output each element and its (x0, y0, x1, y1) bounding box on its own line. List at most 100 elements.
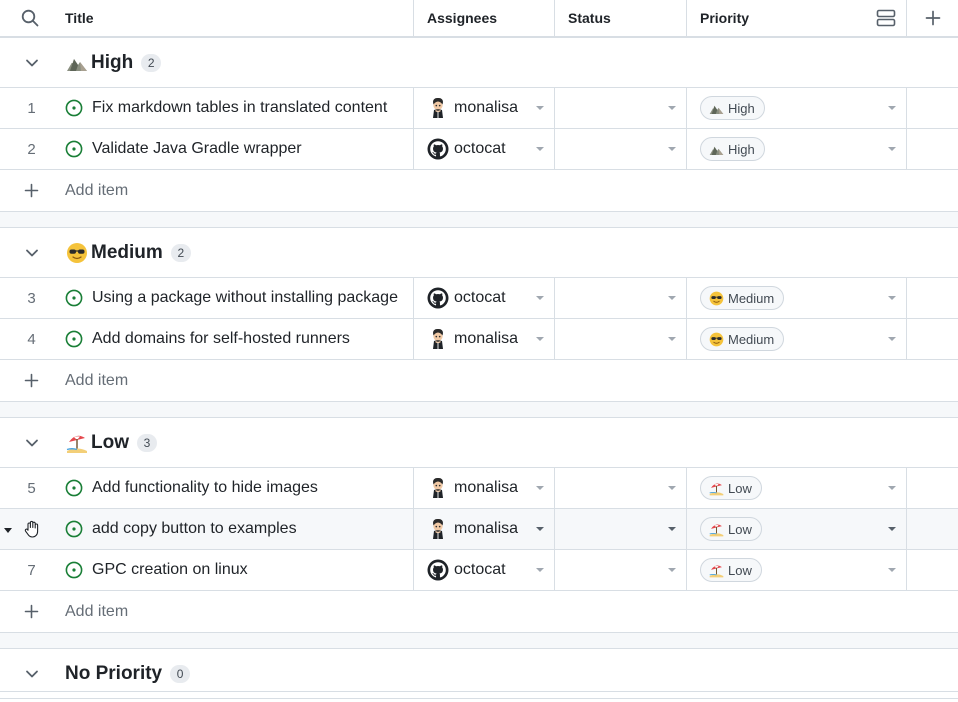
collapse-group-button[interactable] (0, 667, 65, 681)
dropdown-caret[interactable] (668, 147, 676, 151)
column-header-assignees[interactable]: Assignees (414, 0, 555, 36)
add-item-row[interactable]: Add item (0, 591, 958, 633)
dropdown-caret[interactable] (536, 568, 544, 572)
priority-cell[interactable]: Low (687, 468, 907, 508)
octocat-avatar (427, 559, 449, 581)
dropdown-caret[interactable] (536, 147, 544, 151)
issue-title[interactable]: Validate Java Gradle wrapper (92, 140, 302, 158)
dropdown-caret[interactable] (888, 296, 896, 300)
row-number: 1 (27, 99, 36, 117)
search-button[interactable] (0, 0, 65, 36)
row-number-cell[interactable]: 7 (0, 550, 65, 590)
row-number: 3 (27, 289, 36, 307)
column-header-title[interactable]: Title (65, 0, 414, 36)
title-cell[interactable]: Validate Java Gradle wrapper (65, 129, 414, 169)
dropdown-caret[interactable] (888, 337, 896, 341)
row-menu-caret[interactable] (4, 527, 12, 533)
add-item-label[interactable]: Add item (65, 182, 128, 200)
priority-cell[interactable]: Low (687, 509, 907, 549)
row-number-cell[interactable]: 2 (0, 129, 65, 169)
row-number-cell[interactable]: 5 (0, 468, 65, 508)
issue-title[interactable]: Add domains for self-hosted runners (92, 330, 350, 348)
status-cell[interactable] (555, 509, 687, 549)
dropdown-caret[interactable] (668, 337, 676, 341)
dropdown-caret[interactable] (536, 296, 544, 300)
table-row[interactable]: 4 Add domains for self-hosted runners mona… (0, 319, 958, 360)
assignee-cell[interactable]: octocat (414, 278, 555, 318)
row-number-cell[interactable]: 3 (0, 278, 65, 318)
dropdown-caret[interactable] (668, 296, 676, 300)
table-row[interactable]: 5 Add functionality to hide images monalis… (0, 468, 958, 509)
priority-pill: Medium (700, 327, 785, 351)
row-number-cell[interactable]: 4 (0, 319, 65, 359)
priority-cell[interactable]: Low (687, 550, 907, 590)
dropdown-caret[interactable] (888, 106, 896, 110)
row-number-cell[interactable]: 1 (0, 88, 65, 128)
status-cell[interactable] (555, 278, 687, 318)
status-cell[interactable] (555, 468, 687, 508)
issue-title[interactable]: GPC creation on linux (92, 561, 248, 579)
table-row[interactable]: 1 Fix markdown tables in translated conte… (0, 88, 958, 129)
status-cell[interactable] (555, 88, 687, 128)
add-item-row[interactable]: Add item (0, 360, 958, 402)
add-item-label[interactable]: Add item (65, 603, 128, 621)
priority-cell[interactable]: High (687, 88, 907, 128)
issue-title[interactable]: Using a package without installing packa… (92, 289, 398, 307)
assignee-cell[interactable]: monalisa (414, 319, 555, 359)
add-item-button[interactable] (0, 604, 65, 619)
status-cell[interactable] (555, 550, 687, 590)
title-cell[interactable]: Add functionality to hide images (65, 468, 414, 508)
priority-cell[interactable]: High (687, 129, 907, 169)
collapse-group-button[interactable] (0, 436, 65, 450)
dropdown-caret[interactable] (536, 486, 544, 490)
dropdown-caret[interactable] (888, 486, 896, 490)
add-field-button[interactable] (907, 0, 958, 36)
dropdown-caret[interactable] (536, 527, 544, 531)
add-item-row[interactable]: Add item (0, 170, 958, 212)
status-cell[interactable] (555, 319, 687, 359)
table-row[interactable]: 3 Using a package without installing pack… (0, 278, 958, 319)
add-item-button[interactable] (0, 373, 65, 388)
collapse-group-button[interactable] (0, 246, 65, 260)
assignee-cell[interactable]: octocat (414, 550, 555, 590)
dropdown-caret[interactable] (888, 527, 896, 531)
add-item-button[interactable] (0, 183, 65, 198)
priority-cell[interactable]: Medium (687, 319, 907, 359)
add-item-label[interactable]: Add item (65, 372, 128, 390)
issue-title[interactable]: Fix markdown tables in translated conten… (92, 99, 387, 117)
table-row[interactable]: 7 GPC creation on linux octocat Low (0, 550, 958, 591)
table-row[interactable]: 2 Validate Java Gradle wrapper octocat High (0, 129, 958, 170)
priority-label: High (728, 141, 755, 157)
priority-cell[interactable]: Medium (687, 278, 907, 318)
dropdown-caret[interactable] (536, 337, 544, 341)
dropdown-caret[interactable] (888, 568, 896, 572)
row-number-cell[interactable] (0, 509, 65, 549)
dropdown-caret[interactable] (536, 106, 544, 110)
title-cell[interactable]: Fix markdown tables in translated conten… (65, 88, 414, 128)
group-name: High (91, 51, 134, 73)
title-cell[interactable]: Using a package without installing packa… (65, 278, 414, 318)
assignee-cell[interactable]: monalisa (414, 88, 555, 128)
title-cell[interactable]: add copy button to examples (65, 509, 414, 549)
column-header-priority[interactable]: Priority (687, 0, 907, 36)
collapse-group-button[interactable] (0, 56, 65, 70)
assignee-cell[interactable]: octocat (414, 129, 555, 169)
dropdown-caret[interactable] (888, 147, 896, 151)
title-cell[interactable]: GPC creation on linux (65, 550, 414, 590)
column-header-status[interactable]: Status (555, 0, 687, 36)
row-height-icon[interactable] (876, 9, 896, 27)
issue-title[interactable]: Add functionality to hide images (92, 479, 318, 497)
assignee-cell[interactable]: monalisa (414, 468, 555, 508)
grab-hand-icon[interactable] (22, 519, 42, 539)
dropdown-caret[interactable] (668, 106, 676, 110)
status-cell[interactable] (555, 129, 687, 169)
dropdown-caret[interactable] (668, 568, 676, 572)
title-cell[interactable]: Add domains for self-hosted runners (65, 319, 414, 359)
dropdown-caret[interactable] (668, 486, 676, 490)
dropdown-caret[interactable] (668, 527, 676, 531)
row-end-cell (907, 319, 958, 359)
issue-title[interactable]: add copy button to examples (92, 520, 297, 538)
table-row[interactable]: add copy button to examples monalisa Low (0, 509, 958, 550)
row-drag-handle[interactable] (4, 519, 42, 539)
assignee-cell[interactable]: monalisa (414, 509, 555, 549)
